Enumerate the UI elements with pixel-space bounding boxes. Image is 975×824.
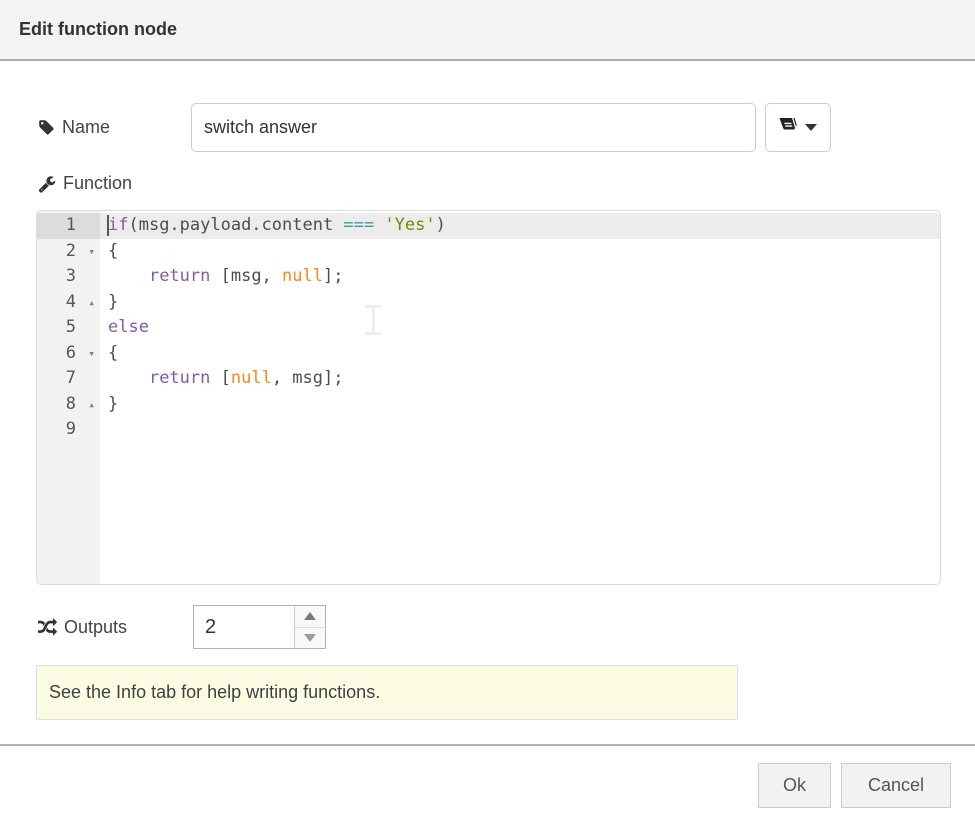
ibeam-cursor-icon [363, 305, 383, 335]
code-line[interactable]: 6▾ { [37, 341, 940, 367]
line-number: 6▾ [37, 341, 100, 367]
name-label: Name [38, 103, 110, 152]
code-line[interactable]: 3 return [msg, null]; [37, 264, 940, 290]
token-keyword: return [149, 368, 210, 388]
code-line[interactable]: 4▴} [37, 290, 940, 316]
cancel-button[interactable]: Cancel [841, 763, 951, 808]
code-text[interactable]: { [100, 341, 940, 367]
name-input[interactable] [191, 103, 756, 152]
line-number: 8▴ [37, 392, 100, 418]
code-text[interactable]: { [100, 239, 940, 265]
token-string: 'Yes' [384, 215, 435, 235]
tag-icon [38, 119, 55, 136]
info-text: See the Info tab for help writing functi… [49, 682, 380, 703]
code-text[interactable]: } [100, 392, 940, 418]
code-line[interactable]: 2▾ { [37, 239, 940, 265]
token-operator: === [343, 215, 374, 235]
name-label-text: Name [62, 117, 110, 138]
code-line[interactable]: 7 return [null, msg]; [37, 366, 940, 392]
caret-down-icon [304, 634, 316, 642]
outputs-input[interactable] [194, 606, 294, 648]
code-text[interactable]: if(msg.payload.content === 'Yes') [100, 213, 940, 239]
token-text [374, 215, 384, 235]
token-text: ]; [323, 266, 343, 286]
info-box: See the Info tab for help writing functi… [36, 665, 738, 720]
line-number: 3 [37, 264, 100, 290]
caret-up-icon [304, 612, 316, 620]
token-text: ) [436, 215, 446, 235]
token-text: (msg.payload.content [128, 215, 343, 235]
dialog-header: Edit function node [0, 0, 975, 61]
token-text: } [108, 292, 118, 312]
outputs-label: Outputs [38, 605, 127, 649]
token-text: { [108, 343, 118, 363]
spinner-buttons [294, 606, 325, 648]
code-text[interactable]: return [null, msg]; [100, 366, 940, 392]
token-text: , msg]; [272, 368, 344, 388]
function-label-text: Function [63, 173, 132, 194]
token-text: { [108, 241, 118, 261]
token-text [108, 368, 149, 388]
line-number: 4▴ [37, 290, 100, 316]
fold-close-icon[interactable]: ▴ [88, 290, 95, 316]
outputs-spinner [193, 605, 326, 649]
token-keyword: else [108, 317, 149, 337]
token-text [108, 266, 149, 286]
spinner-up-button[interactable] [295, 606, 325, 627]
library-button[interactable] [765, 103, 831, 152]
wrench-icon [38, 175, 56, 193]
fold-open-icon[interactable]: ▾ [88, 341, 95, 367]
code-line[interactable]: 5 else [37, 315, 940, 341]
code-text[interactable]: else [100, 315, 940, 341]
book-icon [779, 118, 798, 137]
fold-close-icon[interactable]: ▴ [88, 392, 95, 418]
code-line[interactable]: 1if(msg.payload.content === 'Yes') [37, 213, 940, 239]
ok-button[interactable]: Ok [758, 763, 831, 808]
code-rows: 1if(msg.payload.content === 'Yes')2▾{3 r… [37, 213, 940, 443]
token-text: } [108, 394, 118, 414]
line-number: 9 [37, 417, 100, 443]
fold-open-icon[interactable]: ▾ [88, 239, 95, 265]
line-number: 2▾ [37, 239, 100, 265]
shuffle-icon [38, 618, 57, 637]
line-number: 7 [37, 366, 100, 392]
caret-down-icon [805, 124, 817, 131]
token-keyword: if [108, 215, 128, 235]
code-text[interactable]: } [100, 290, 940, 316]
code-line[interactable]: 9 [37, 417, 940, 443]
token-text: [msg, [210, 266, 282, 286]
line-number: 5 [37, 315, 100, 341]
token-keyword: return [149, 266, 210, 286]
function-label: Function [38, 173, 132, 194]
line-number: 1 [37, 213, 100, 239]
dialog-title: Edit function node [19, 19, 177, 40]
token-text: [ [210, 368, 230, 388]
token-constant: null [231, 368, 272, 388]
code-text[interactable]: return [msg, null]; [100, 264, 940, 290]
code-editor[interactable]: 1if(msg.payload.content === 'Yes')2▾{3 r… [36, 210, 941, 585]
text-caret [107, 215, 109, 236]
code-text[interactable] [100, 417, 940, 443]
spinner-down-button[interactable] [295, 627, 325, 649]
token-constant: null [282, 266, 323, 286]
footer-separator [0, 744, 975, 746]
outputs-label-text: Outputs [64, 617, 127, 638]
code-line[interactable]: 8▴} [37, 392, 940, 418]
